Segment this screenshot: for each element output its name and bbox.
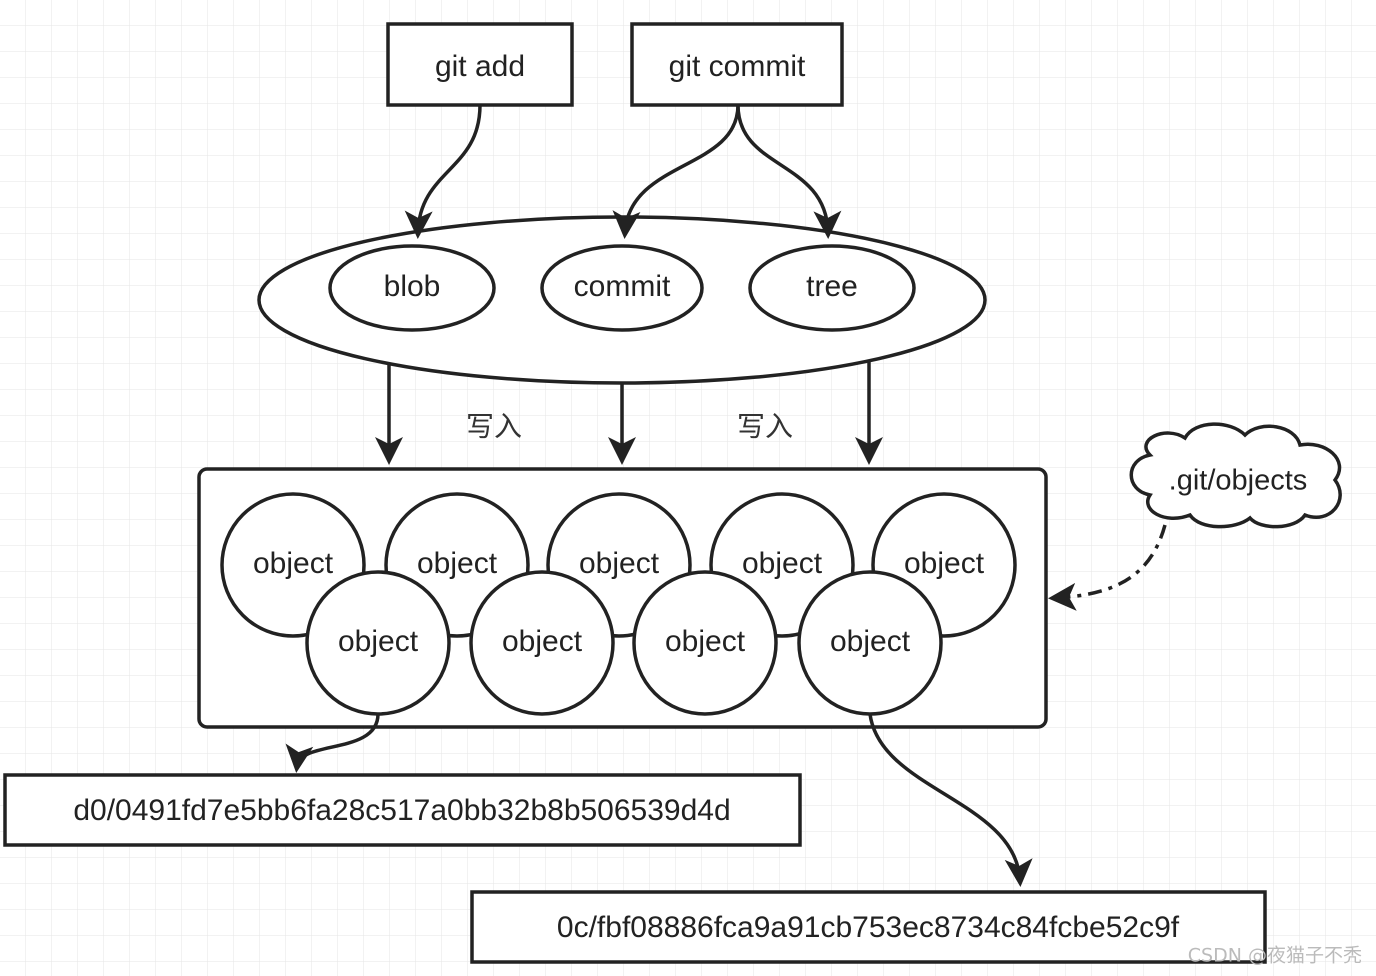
object-label: object (417, 547, 498, 580)
object-label: object (502, 625, 583, 658)
svg-text:tree: tree (806, 270, 858, 303)
type-blob: blob (328, 244, 496, 332)
svg-text:commit: commit (574, 270, 671, 303)
hash-2: 0c/fbf08886fca9a91cb753ec8734c84fcbe52c9… (557, 911, 1180, 944)
object-label: object (904, 547, 985, 580)
git-commit-box: git commit (630, 22, 844, 107)
git-add-label: git add (435, 50, 525, 83)
write-label-1: 写入 (466, 410, 522, 443)
hash-1: d0/0491fd7e5bb6fa28c517a0bb32b8b506539d4… (73, 794, 730, 827)
object-label: object (579, 547, 660, 580)
svg-text:blob: blob (384, 270, 441, 303)
git-commit-label: git commit (669, 50, 806, 83)
object-label: object (830, 625, 911, 658)
hash-box-2: 0c/fbf08886fca9a91cb753ec8734c84fcbe52c9… (470, 890, 1267, 964)
git-objects-label: .git/objects (1169, 465, 1308, 497)
git-add-box: git add (386, 22, 574, 107)
git-objects-diagram: git add git commit blob commit tree 写入 写… (0, 0, 1376, 976)
object-label: object (338, 625, 419, 658)
object-label: object (665, 625, 746, 658)
write-label-2: 写入 (737, 410, 793, 443)
type-commit: commit (540, 244, 704, 332)
object-label: object (742, 547, 823, 580)
type-tree: tree (748, 244, 916, 332)
object-label: object (253, 547, 334, 580)
watermark: CSDN @夜猫子不秃 (1188, 945, 1362, 967)
hash-box-1: d0/0491fd7e5bb6fa28c517a0bb32b8b506539d4… (3, 773, 802, 847)
